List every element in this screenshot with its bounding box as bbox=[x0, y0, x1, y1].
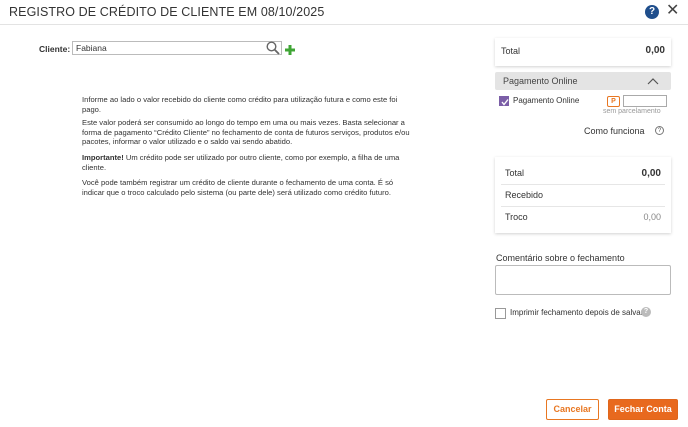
close-account-button[interactable]: Fechar Conta bbox=[608, 399, 678, 420]
client-input[interactable] bbox=[72, 41, 282, 55]
summary-recebido-label: Recebido bbox=[505, 190, 544, 200]
summary-total-label: Total bbox=[505, 168, 525, 178]
close-icon[interactable]: ✕ bbox=[666, 3, 679, 19]
online-payment-label: Pagamento Online bbox=[513, 96, 580, 105]
info-paragraph-2: Este valor poderá ser consumido ao longo… bbox=[82, 118, 410, 146]
online-payment-title: Pagamento Online bbox=[503, 76, 578, 86]
add-client-icon[interactable] bbox=[285, 45, 295, 55]
divider bbox=[501, 206, 665, 207]
total-value: 0,00 bbox=[645, 45, 665, 56]
modal-header: REGISTRO DE CRÉDITO DE CLIENTE EM 08/10/… bbox=[0, 0, 688, 25]
comment-textarea[interactable] bbox=[495, 265, 671, 295]
cancel-button[interactable]: Cancelar bbox=[546, 399, 599, 420]
modal-title: REGISTRO DE CRÉDITO DE CLIENTE EM 08/10/… bbox=[9, 5, 325, 19]
online-payment-header[interactable]: Pagamento Online bbox=[495, 72, 671, 90]
parcelamento-input[interactable] bbox=[623, 95, 667, 107]
print-checkbox[interactable] bbox=[495, 308, 506, 319]
parcelamento-text: sem parcelamento bbox=[603, 108, 661, 115]
print-label: Imprimir fechamento depois de salvar bbox=[510, 308, 644, 317]
summary-panel: Total 0,00 Recebido Troco 0,00 bbox=[495, 157, 671, 233]
summary-troco-value: 0,00 bbox=[643, 212, 661, 222]
divider bbox=[501, 184, 665, 185]
how-it-works-link[interactable]: Como funciona bbox=[584, 126, 645, 136]
parcelamento-badge: P bbox=[607, 96, 620, 107]
total-label: Total bbox=[501, 46, 521, 56]
question-icon[interactable]: ? bbox=[655, 126, 664, 135]
check-icon bbox=[501, 99, 509, 106]
online-payment-checkbox[interactable] bbox=[499, 96, 509, 106]
summary-total-row: Total 0,00 bbox=[505, 168, 661, 179]
info-important-text: Um crédito pode ser utilizado por outro … bbox=[82, 153, 400, 172]
help-icon[interactable]: ? bbox=[645, 5, 659, 19]
summary-recebido-row: Recebido bbox=[505, 190, 661, 200]
info-paragraph-3: Importante! Um crédito pode ser utilizad… bbox=[82, 153, 412, 172]
comment-label: Comentário sobre o fechamento bbox=[496, 253, 625, 263]
info-icon[interactable]: ? bbox=[641, 307, 651, 317]
summary-troco-row: Troco 0,00 bbox=[505, 212, 661, 222]
summary-troco-label: Troco bbox=[505, 212, 528, 222]
client-label: Cliente: bbox=[39, 44, 71, 54]
summary-total-value: 0,00 bbox=[641, 168, 661, 179]
search-icon[interactable] bbox=[266, 41, 280, 55]
chevron-up-icon[interactable] bbox=[647, 78, 659, 85]
info-paragraph-1: Informe ao lado o valor recebido do clie… bbox=[82, 95, 398, 114]
info-important-label: Importante! bbox=[82, 153, 124, 162]
total-panel: Total 0,00 bbox=[495, 38, 671, 66]
info-paragraph-4: Você pode também registrar um crédito de… bbox=[82, 178, 394, 197]
